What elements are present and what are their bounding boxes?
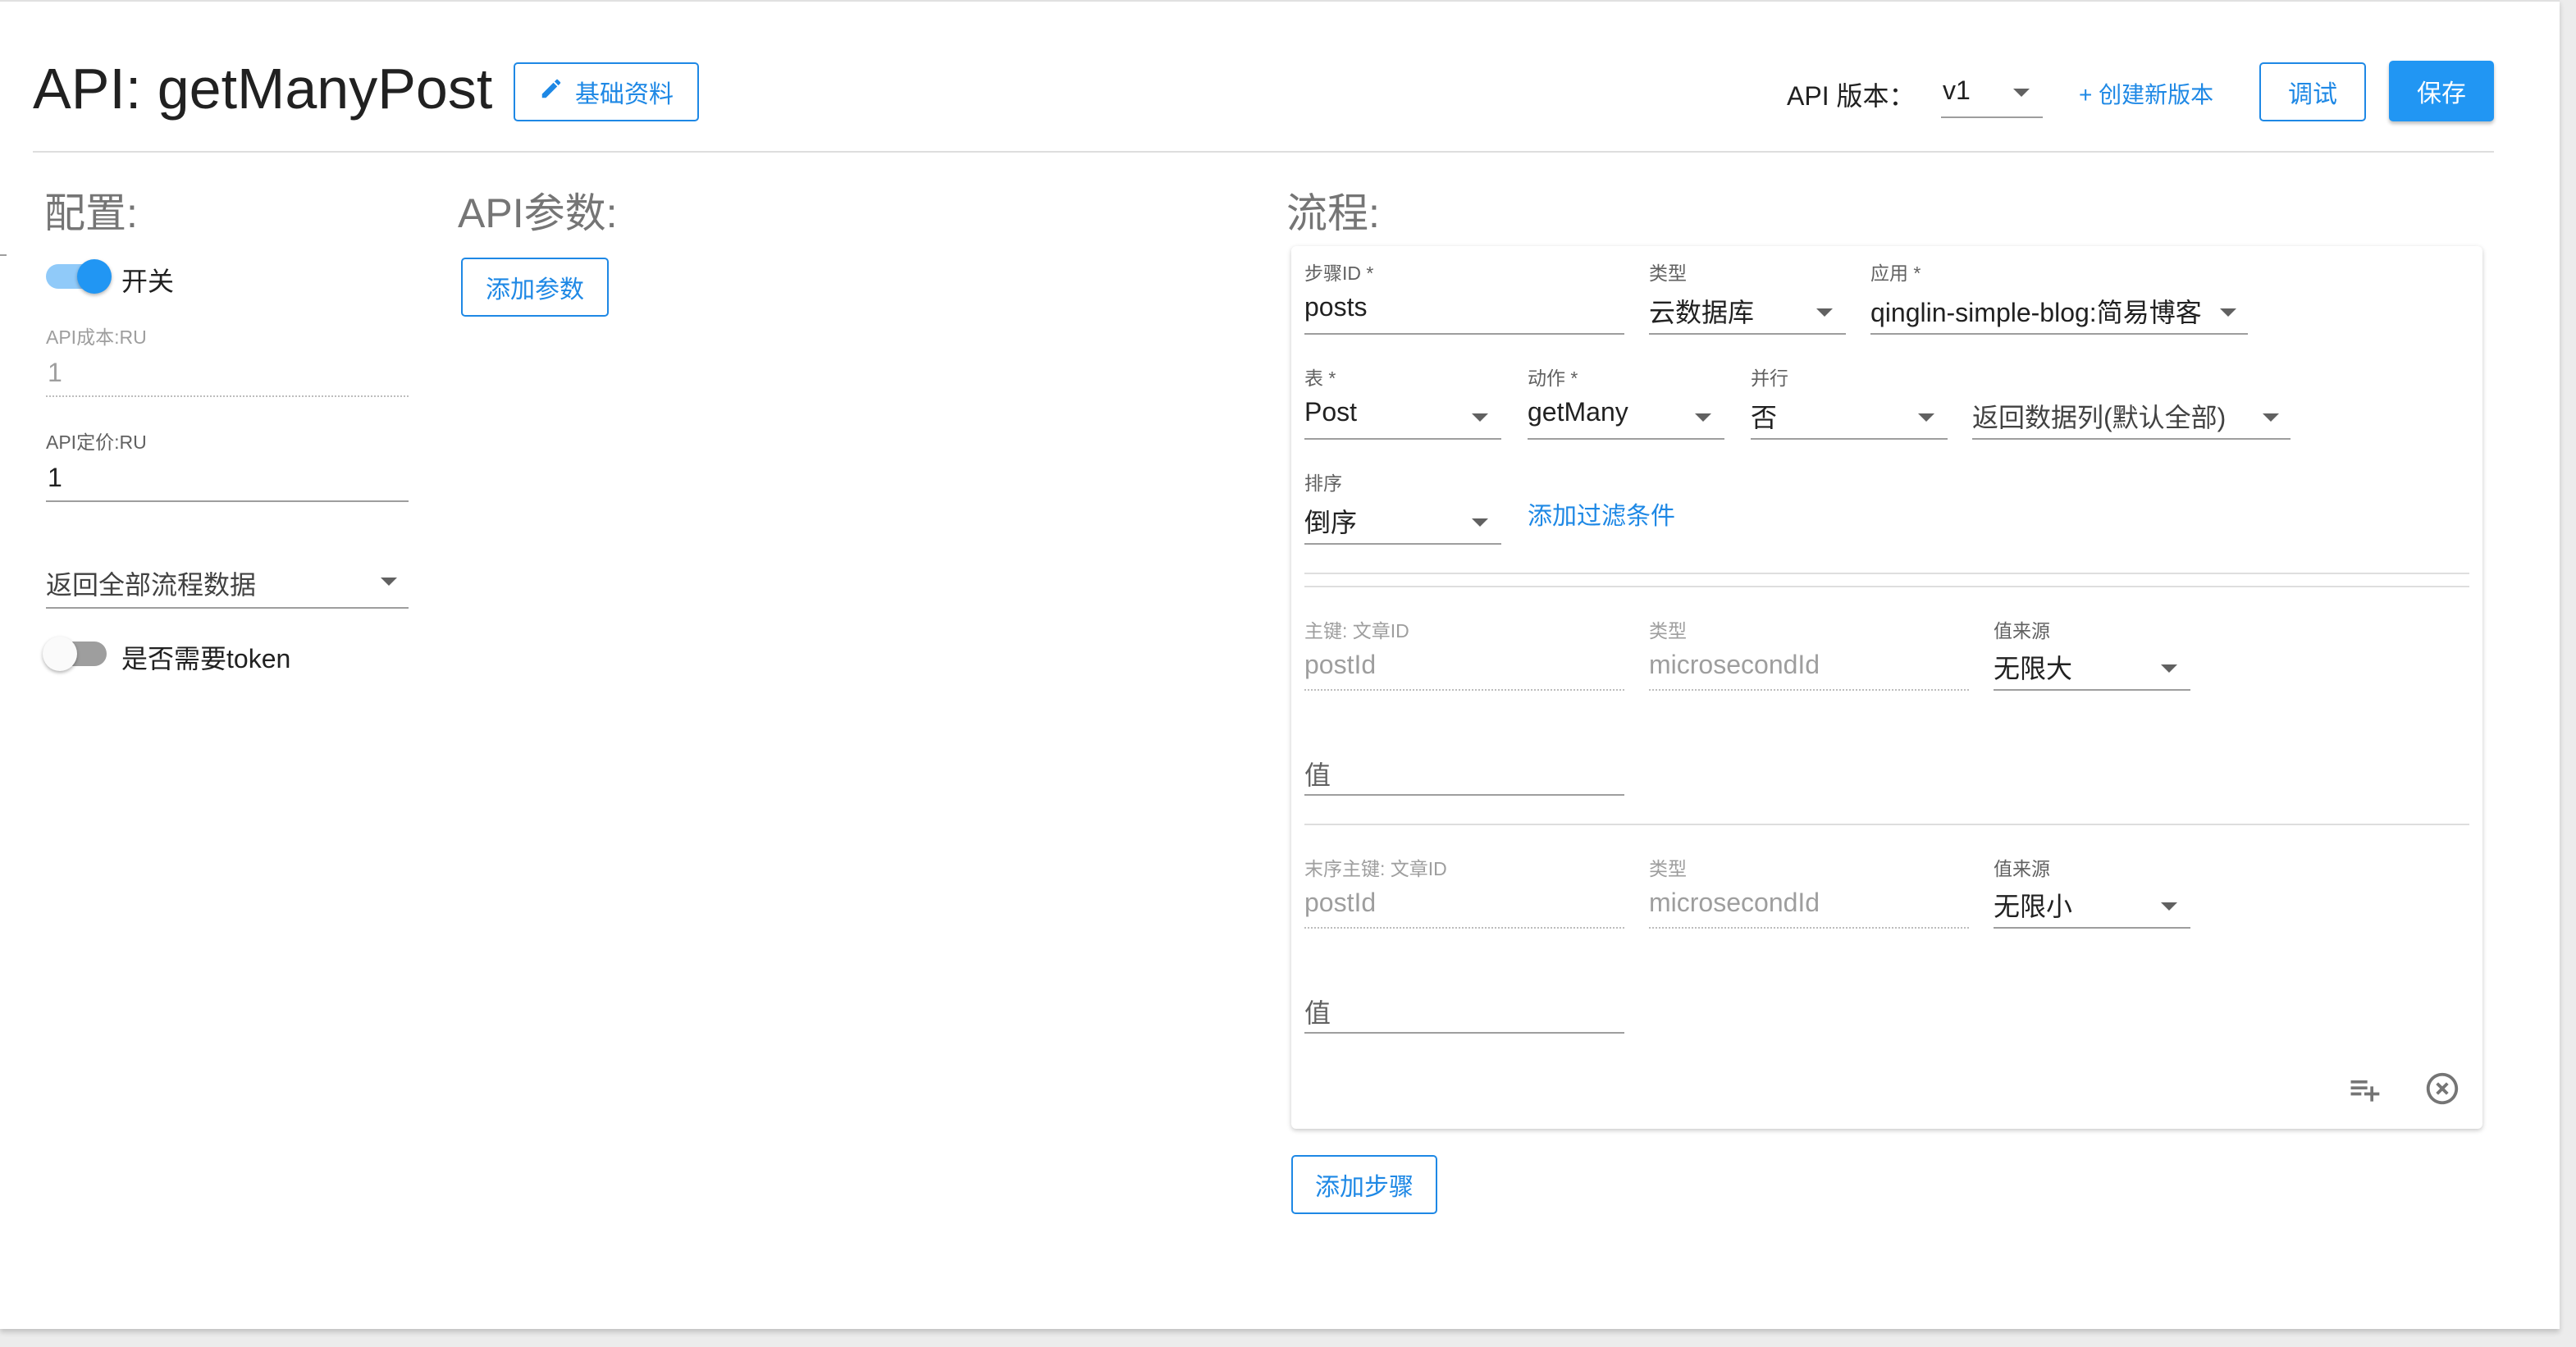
token-switch[interactable]: [41, 633, 115, 674]
debug-button[interactable]: 调试: [2259, 62, 2366, 121]
chevron-down-icon: [2263, 413, 2279, 422]
api-editor-page: API: getManyPost 基础资料 API 版本： v1 + 创建新版本…: [0, 0, 2560, 1329]
save-label: 保存: [2417, 80, 2466, 107]
sort-label: 排序: [1304, 473, 1342, 494]
primary-key-type-value: microsecondId: [1649, 650, 1820, 679]
edge-marker: [0, 254, 7, 256]
app-select[interactable]: qinglin-simple-blog:简易博客: [1870, 284, 2248, 335]
primary-value-placeholder: 值: [1304, 760, 1331, 790]
step-type-label: 类型: [1649, 263, 1687, 284]
return-mode-value: 返回全部流程数据: [46, 570, 257, 600]
close-circle-icon[interactable]: [2423, 1070, 2461, 1107]
create-version-link[interactable]: + 创建新版本: [2079, 77, 2213, 110]
chevron-down-icon: [1472, 518, 1488, 527]
chevron-down-icon: [1695, 413, 1711, 422]
switch-knob: [43, 637, 77, 671]
step-type-value: 云数据库: [1649, 298, 1755, 327]
parallel-value: 否: [1751, 403, 1778, 432]
page-title: API: getManyPost: [33, 57, 493, 121]
end-value-field[interactable]: [1304, 1032, 1624, 1034]
api-version-select[interactable]: v1: [1941, 67, 2043, 118]
chevron-down-icon: [1816, 308, 1833, 317]
api-cost-value: 1: [48, 358, 62, 387]
header-divider: [33, 151, 2494, 153]
primary-key-label: 主键: 文章ID: [1304, 620, 1409, 642]
api-price-field[interactable]: [46, 500, 409, 502]
enable-switch-label: 开关: [121, 267, 175, 296]
add-step-label: 添加步骤: [1315, 1174, 1414, 1201]
action-select[interactable]: getMany: [1528, 389, 1724, 440]
primary-value-field[interactable]: [1304, 794, 1624, 796]
api-params-title: API参数:: [458, 190, 618, 236]
table-select[interactable]: Post: [1304, 389, 1501, 440]
return-columns-value: 返回数据列(默认全部): [1972, 403, 2227, 432]
end-key-type-value: microsecondId: [1649, 888, 1820, 917]
add-param-label: 添加参数: [486, 276, 584, 304]
step-id-field[interactable]: [1304, 333, 1624, 335]
table-value: Post: [1304, 397, 1358, 427]
playlist-add-icon[interactable]: [2346, 1071, 2382, 1107]
debug-label: 调试: [2288, 81, 2337, 108]
primary-source-label: 值来源: [1994, 620, 2050, 642]
flow-title: 流程:: [1286, 190, 1380, 236]
table-label: 表 *: [1304, 368, 1336, 389]
end-source-value: 无限小: [1994, 892, 2073, 921]
enable-switch[interactable]: [44, 258, 118, 299]
pencil-icon: [539, 76, 564, 107]
api-version-label: API 版本：: [1787, 81, 1916, 111]
primary-source-value: 无限大: [1994, 654, 2073, 683]
parallel-label: 并行: [1751, 368, 1788, 389]
end-key-value: postId: [1304, 888, 1377, 917]
step-id-value: posts: [1304, 292, 1368, 322]
step-type-select[interactable]: 云数据库: [1649, 284, 1846, 335]
api-version-value: v1: [1943, 75, 1971, 105]
chevron-down-icon: [1918, 413, 1934, 422]
flow-step-card: 步骤ID * posts 类型 云数据库 应用 * qinglin-simple…: [1291, 246, 2482, 1129]
end-key-type-label: 类型: [1649, 858, 1687, 879]
primary-key-type-label: 类型: [1649, 620, 1687, 642]
return-mode-select[interactable]: 返回全部流程数据: [46, 559, 409, 609]
add-step-button[interactable]: 添加步骤: [1291, 1155, 1437, 1214]
primary-source-select[interactable]: 无限大: [1994, 640, 2190, 691]
app-value: qinglin-simple-blog:简易博客: [1870, 298, 2202, 327]
basic-info-button[interactable]: 基础资料: [514, 62, 699, 121]
add-filter-link[interactable]: 添加过滤条件: [1528, 495, 1675, 532]
app-label: 应用 *: [1870, 263, 1921, 284]
chevron-down-icon: [381, 578, 397, 586]
api-cost-field: [46, 395, 409, 397]
switch-knob: [77, 259, 112, 294]
basic-info-label: 基础资料: [575, 81, 674, 108]
end-value-placeholder: 值: [1304, 998, 1331, 1028]
action-value: getMany: [1528, 397, 1628, 427]
return-columns-select[interactable]: 返回数据列(默认全部): [1972, 389, 2291, 440]
chevron-down-icon: [2161, 664, 2177, 673]
config-title: 配置:: [44, 190, 138, 236]
chevron-down-icon: [2220, 308, 2236, 317]
api-cost-label: API成本:RU: [46, 326, 147, 348]
chevron-down-icon: [2161, 902, 2177, 911]
add-param-button[interactable]: 添加参数: [461, 258, 609, 317]
end-source-label: 值来源: [1994, 858, 2050, 879]
token-switch-label: 是否需要token: [121, 644, 291, 674]
parallel-select[interactable]: 否: [1751, 389, 1948, 440]
api-price-label: API定价:RU: [46, 431, 147, 453]
chevron-down-icon: [1472, 413, 1488, 422]
sort-value: 倒序: [1304, 508, 1358, 537]
end-source-select[interactable]: 无限小: [1994, 878, 2190, 929]
sort-select[interactable]: 倒序: [1304, 494, 1501, 545]
action-label: 动作 *: [1528, 368, 1578, 389]
save-button[interactable]: 保存: [2389, 61, 2494, 121]
step-id-label: 步骤ID *: [1304, 263, 1374, 284]
primary-key-value: postId: [1304, 650, 1377, 679]
chevron-down-icon: [2013, 89, 2030, 97]
api-price-value: 1: [48, 463, 62, 492]
end-key-label: 末序主键: 文章ID: [1304, 858, 1447, 879]
